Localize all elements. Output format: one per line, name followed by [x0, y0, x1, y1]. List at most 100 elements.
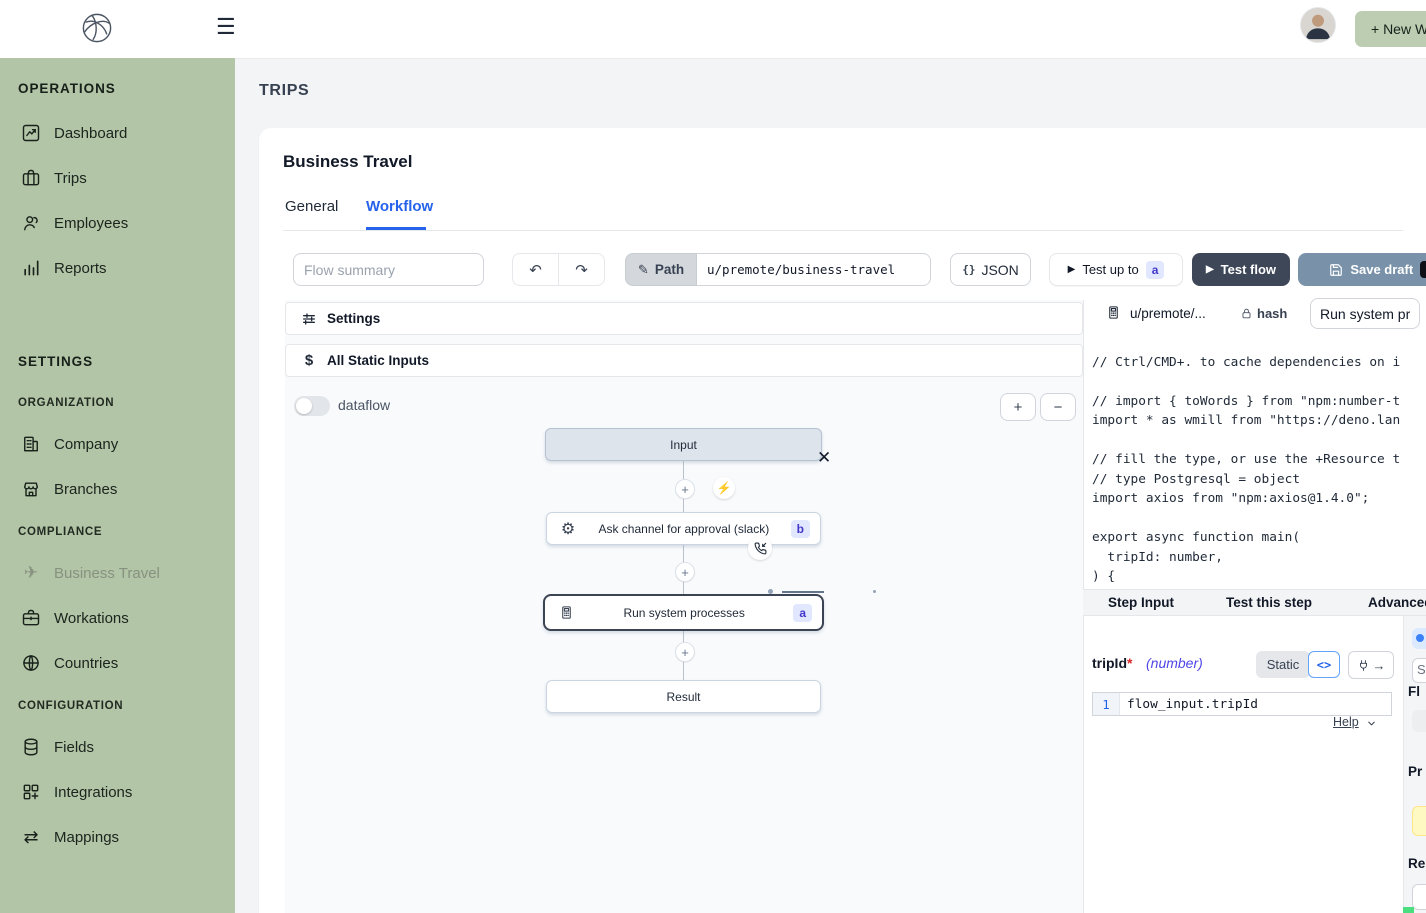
arrow-right-icon: →	[1373, 658, 1386, 673]
sidebar-item-mappings[interactable]: ⇄ Mappings	[0, 822, 235, 852]
gear-icon: ⚙	[559, 519, 577, 539]
tab-advanced[interactable]: Advanced	[1368, 595, 1426, 610]
dollar-icon: $	[300, 352, 318, 369]
add-step-button[interactable]: +	[675, 562, 695, 582]
dashboard-icon	[20, 122, 42, 144]
user-avatar[interactable]	[1300, 7, 1336, 43]
sidebar-item-employees[interactable]: Employees	[0, 208, 235, 238]
static-toggle[interactable]: Static	[1256, 651, 1310, 678]
field-name: tripId*	[1092, 655, 1132, 671]
success-indicator-fragment	[1403, 907, 1414, 913]
undo-redo-group: ↶ ↷	[512, 253, 605, 286]
hash-label[interactable]: hash	[1257, 306, 1287, 321]
new-workflow-label: + New Wor	[1371, 21, 1426, 37]
sidebar-item-label: Integrations	[54, 784, 132, 801]
plane-icon: ✈	[20, 562, 42, 584]
test-flow-button[interactable]: ▶ Test flow	[1192, 253, 1290, 286]
add-step-button[interactable]: +	[675, 479, 695, 499]
code-editor[interactable]: // Ctrl/CMD+. to cache dependencies on i…	[1092, 353, 1422, 607]
sidebar-item-integrations[interactable]: Integrations	[0, 777, 235, 807]
close-icon[interactable]: ✕	[817, 448, 831, 468]
sidebar-item-fields[interactable]: Fields	[0, 732, 235, 762]
sidebar-item-dashboard[interactable]: Dashboard	[0, 118, 235, 148]
back-pill-fragment[interactable]	[1412, 628, 1426, 649]
flow-settings-row[interactable]: Settings	[285, 302, 1083, 335]
sidebar-item-reports[interactable]: Reports	[0, 253, 235, 283]
zoom-out-button[interactable]: −	[1040, 393, 1076, 421]
sidebar-subheading-organization: ORGANIZATION	[18, 397, 114, 409]
sidebar-item-label: Mappings	[54, 829, 119, 846]
tab-test-this-step[interactable]: Test this step	[1226, 595, 1312, 610]
blue-dot	[1416, 634, 1424, 642]
pill-fragment	[1412, 884, 1426, 910]
flow-node-label: Ask channel for approval (slack)	[577, 522, 791, 536]
phone-incoming-icon[interactable]	[748, 536, 772, 560]
sidebar-item-trips[interactable]: Trips	[0, 163, 235, 193]
flow-node-ask-approval[interactable]: ⚙ Ask channel for approval (slack) b	[546, 512, 821, 545]
pill-fragment[interactable]	[1412, 710, 1426, 732]
sidebar-item-label: Reports	[54, 260, 107, 277]
chevron-down-icon[interactable]	[1366, 718, 1377, 729]
sidebar-item-business-travel[interactable]: ✈ Business Travel	[0, 558, 235, 588]
flow-node-run-system-processes[interactable]: Run system processes a	[543, 594, 824, 631]
step-id-badge: a	[793, 604, 812, 622]
json-button-label: JSON	[981, 262, 1018, 278]
test-up-to-label: Test up to	[1082, 262, 1138, 277]
path-button-label: Path	[655, 262, 684, 277]
tab-workflow[interactable]: Workflow	[366, 198, 433, 215]
dataflow-toggle[interactable]	[294, 396, 330, 416]
sidebar-item-label: Employees	[54, 215, 128, 232]
expression-code: flow_input.tripId	[1120, 693, 1391, 715]
save-draft-button[interactable]: Save draft Ctrl	[1298, 253, 1426, 286]
flow-node-result[interactable]: Result	[546, 680, 821, 713]
step-summary-input[interactable]	[1310, 298, 1420, 329]
sidebar-item-workations[interactable]: Workations	[0, 603, 235, 633]
zoom-in-button[interactable]: +	[1000, 393, 1036, 421]
code-mode-toggle[interactable]: <>	[1308, 651, 1340, 678]
redo-button[interactable]: ↷	[559, 253, 605, 286]
flow-node-label: Input	[546, 438, 821, 452]
plus-icon: +	[681, 645, 689, 660]
all-static-inputs-row[interactable]: $ All Static Inputs	[285, 344, 1083, 377]
search-input-fragment[interactable]: S	[1412, 658, 1426, 683]
building-icon	[20, 433, 42, 455]
sidebar-item-branches[interactable]: Branches	[0, 474, 235, 504]
selection-handle-dot	[768, 589, 773, 594]
sidebar-heading-settings: SETTINGS	[18, 354, 93, 369]
new-workflow-button[interactable]: + New Wor	[1355, 11, 1426, 47]
sidebar-item-company[interactable]: Company	[0, 429, 235, 459]
line-number: 1	[1093, 693, 1120, 715]
connect-input-button[interactable]: →	[1348, 651, 1394, 679]
save-icon	[1329, 263, 1343, 277]
expression-editor[interactable]: 1 flow_input.tripId	[1092, 692, 1392, 716]
database-icon	[20, 736, 42, 758]
flow-node-input[interactable]: Input	[545, 428, 822, 461]
trigger-lightning-icon[interactable]: ⚡	[713, 477, 735, 499]
help-link[interactable]: Help	[1333, 715, 1359, 729]
undo-button[interactable]: ↶	[512, 253, 559, 286]
flow-summary-input[interactable]	[293, 253, 484, 286]
add-step-button[interactable]: +	[675, 642, 695, 662]
tab-step-input[interactable]: Step Input	[1108, 595, 1174, 610]
globe-icon	[20, 652, 42, 674]
path-group: ✎ Path	[625, 253, 931, 286]
pencil-icon: ✎	[638, 262, 649, 278]
page-title: Business Travel	[283, 152, 412, 172]
json-button[interactable]: {} JSON	[950, 253, 1031, 286]
tab-bar: General Workflow	[283, 196, 1403, 231]
path-input[interactable]	[697, 253, 931, 286]
dataflow-label: dataflow	[338, 397, 390, 413]
play-icon: ▶	[1068, 264, 1076, 275]
test-up-to-button[interactable]: ▶ Test up to a	[1049, 253, 1183, 286]
users-icon	[20, 212, 42, 234]
path-button[interactable]: ✎ Path	[625, 253, 697, 286]
sliders-icon	[300, 311, 318, 327]
plus-icon: +	[681, 565, 689, 580]
tab-general[interactable]: General	[285, 198, 338, 215]
script-path-short[interactable]: u/premote/...	[1130, 306, 1206, 321]
sidebar-item-countries[interactable]: Countries	[0, 648, 235, 678]
minus-icon: −	[1054, 399, 1063, 416]
sidebar-subheading-configuration: CONFIGURATION	[18, 700, 123, 712]
play-icon: ▶	[1206, 264, 1214, 275]
hamburger-menu-icon[interactable]: ☰	[216, 14, 236, 40]
